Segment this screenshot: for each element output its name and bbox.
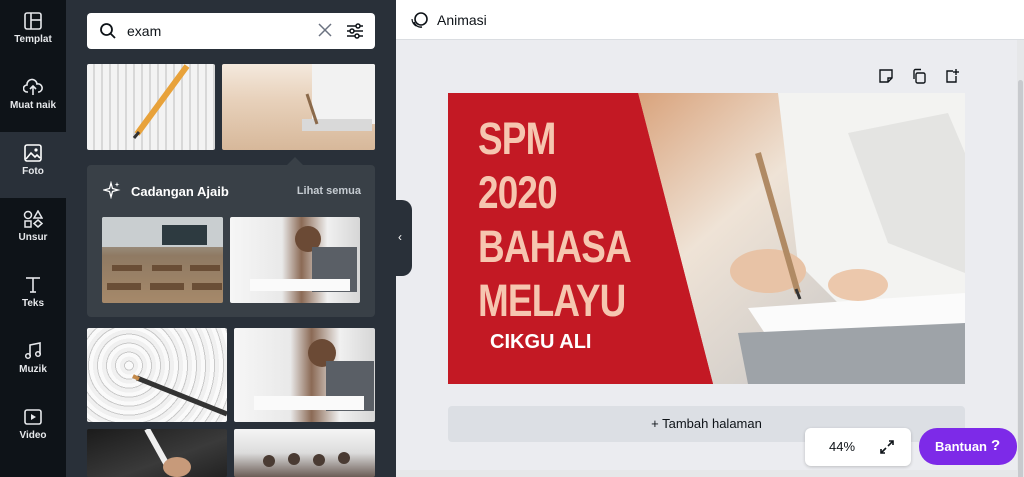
rail-item-teks[interactable]: Teks [0, 264, 66, 330]
search-input[interactable] [127, 21, 307, 41]
photo-thumbnail[interactable] [87, 64, 215, 150]
help-button[interactable]: Bantuan ? [919, 428, 1017, 465]
animation-button[interactable]: Animasi [437, 12, 487, 28]
title-line-1: SPM [478, 113, 556, 164]
upload-cloud-icon [23, 78, 43, 95]
photo-thumbnail[interactable] [87, 328, 227, 422]
close-icon[interactable] [318, 23, 332, 37]
rail-label: Unsur [18, 232, 48, 243]
title-line-4: MELAYU [478, 275, 626, 326]
rail-label: Teks [21, 298, 45, 309]
rail-label: Templat [14, 34, 52, 45]
rail-label: Muat naik [9, 100, 57, 111]
hand-with-pencil-image [144, 429, 191, 477]
pencil-on-bubble-sheet-image [132, 374, 227, 417]
pencil-on-answer-sheet-image [132, 64, 190, 139]
rail-label: Video [19, 430, 47, 441]
sparkle-icon [103, 181, 121, 199]
side-rail: Templat Muat naik Foto Unsur Teks Muzik … [0, 0, 66, 477]
shapes-icon [23, 210, 43, 228]
rail-item-muzik[interactable]: Muzik [0, 330, 66, 396]
note-icon[interactable] [878, 68, 894, 84]
rail-label: Foto [22, 166, 44, 177]
vertical-scrollbar[interactable] [1017, 40, 1024, 477]
zoom-level[interactable]: 44% [829, 439, 855, 454]
text-icon [26, 277, 40, 293]
photo-thumbnail[interactable] [102, 217, 223, 303]
card-pointer [287, 157, 303, 165]
boy-writing-exam-image [254, 339, 374, 411]
title-line-3: BAHASA [478, 221, 632, 272]
layout-icon [24, 12, 42, 30]
video-icon [24, 409, 42, 425]
subtitle: CIKGU ALI [490, 331, 592, 353]
photo-thumbnail[interactable] [222, 64, 375, 150]
photo-thumbnail[interactable] [87, 429, 227, 477]
see-all-link[interactable]: Lihat semua [297, 185, 361, 197]
search-box [87, 13, 375, 49]
photo-thumbnail[interactable] [234, 429, 375, 477]
rail-label: Muzik [19, 364, 47, 375]
search-icon [100, 23, 116, 39]
rail-item-unsur[interactable]: Unsur [0, 198, 66, 264]
classroom-image [102, 217, 223, 290]
app-root: Templat Muat naik Foto Unsur Teks Muzik … [0, 0, 1024, 477]
boy-writing-exam-image [250, 226, 357, 292]
music-icon [24, 342, 42, 360]
help-label: Bantuan [935, 439, 987, 454]
image-icon [24, 144, 42, 162]
magic-suggestions-card: Cadangan Ajaib Lihat semua [87, 157, 375, 317]
horizontal-scrollbar[interactable] [396, 470, 1017, 477]
fullscreen-icon[interactable] [879, 439, 895, 455]
add-page-icon[interactable] [944, 68, 960, 84]
rail-item-foto[interactable]: Foto [0, 132, 66, 198]
editor-topbar: Animasi [396, 0, 1024, 40]
chevron-left-icon: ‹ [398, 230, 402, 244]
design-canvas[interactable]: SPM 2020 BAHASA MELAYU CIKGU ALI [448, 93, 965, 384]
zoom-control[interactable]: 44% [805, 428, 911, 466]
students-in-exam-hall-image [263, 452, 350, 467]
photo-thumbnail[interactable] [234, 328, 375, 422]
title-line-2: 2020 [478, 167, 558, 218]
collapse-panel-button[interactable]: ‹ [396, 200, 412, 276]
magic-title: Cadangan Ajaib [131, 184, 229, 199]
rail-item-templat[interactable]: Templat [0, 0, 66, 66]
animation-icon[interactable] [410, 11, 430, 29]
photo-thumbnail[interactable] [230, 217, 360, 303]
filter-sliders-icon[interactable] [346, 22, 364, 40]
duplicate-page-icon[interactable] [911, 68, 927, 84]
scrollbar-thumb[interactable] [1018, 80, 1023, 477]
question-icon: ? [991, 437, 1001, 454]
student-writing-exam-image [302, 64, 375, 131]
rail-item-video[interactable]: Video [0, 396, 66, 462]
photo-panel: Cadangan Ajaib Lihat semua [66, 0, 396, 477]
rail-item-muat-naik[interactable]: Muat naik [0, 66, 66, 132]
